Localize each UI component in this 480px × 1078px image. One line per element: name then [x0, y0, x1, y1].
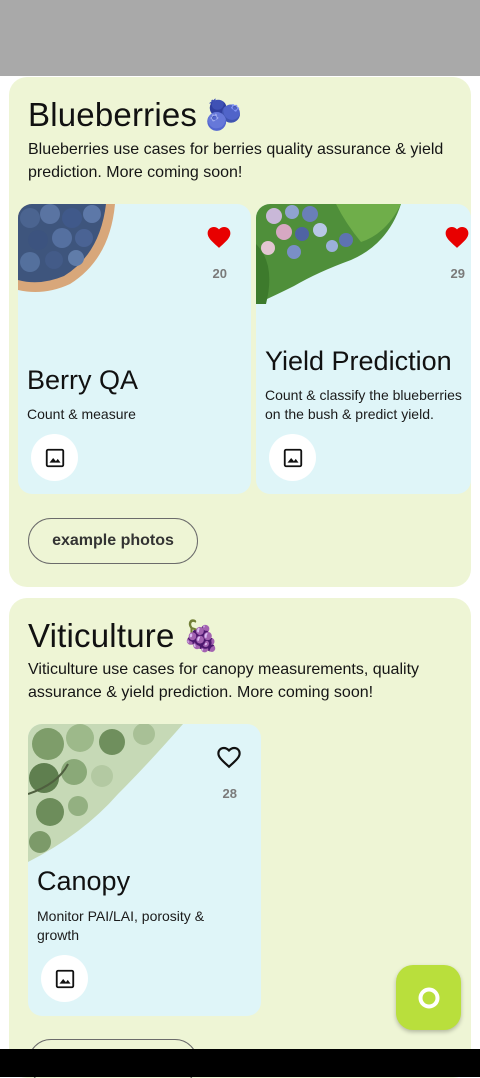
card-canopy[interactable]: 28 Canopy Monitor PAI/LAI, porosity & gr…	[28, 724, 261, 1016]
heart-outline-icon[interactable]	[216, 745, 242, 769]
fab-button[interactable]	[396, 965, 461, 1030]
canopy-image	[28, 724, 183, 862]
section-title: Blueberries 🫐	[28, 96, 243, 134]
section-description: Viticulture use cases for canopy measure…	[28, 661, 420, 701]
favorite-count: 20	[212, 266, 227, 281]
grapes-emoji-icon: 🍇	[182, 619, 221, 653]
image-button[interactable]	[41, 955, 88, 1002]
image-icon	[283, 448, 302, 467]
image-icon	[45, 448, 64, 467]
section-title-text: Blueberries	[28, 96, 198, 133]
image-icon	[55, 969, 74, 988]
favorite-count: 29	[450, 266, 465, 281]
favorite-count: 28	[222, 786, 237, 801]
card-subtitle: Count & classify the blueberries on the …	[265, 387, 462, 422]
example-photos-button[interactable]: example photos	[28, 518, 198, 564]
section-description: Blueberries use cases for berries qualit…	[28, 141, 444, 181]
card-berry-qa[interactable]: 20 Berry QA Count & measure	[18, 204, 251, 494]
blueberry-bush-image	[256, 204, 401, 304]
blueberry-emoji-icon: 🫐	[205, 98, 243, 132]
image-button[interactable]	[31, 434, 78, 481]
card-subtitle: Monitor PAI/LAI, porosity & growth	[37, 908, 205, 943]
heart-filled-icon[interactable]	[444, 225, 470, 249]
berry-bowl-image	[18, 204, 115, 292]
circle-icon	[418, 987, 439, 1008]
section-title: Viticulture 🍇	[28, 617, 220, 655]
card-yield-prediction[interactable]: 29 Yield Prediction Count & classify the…	[256, 204, 471, 494]
status-bar	[0, 0, 480, 76]
card-title: Yield Prediction	[265, 346, 452, 376]
card-title: Canopy	[37, 866, 131, 896]
navigation-bar	[0, 1049, 480, 1077]
card-subtitle: Count & measure	[27, 406, 136, 422]
image-button[interactable]	[269, 434, 316, 481]
section-blueberries: Blueberries 🫐 Blueberries use cases for …	[9, 77, 471, 587]
card-title: Berry QA	[27, 365, 139, 395]
heart-filled-icon[interactable]	[206, 225, 232, 249]
section-title-text: Viticulture	[28, 617, 175, 654]
